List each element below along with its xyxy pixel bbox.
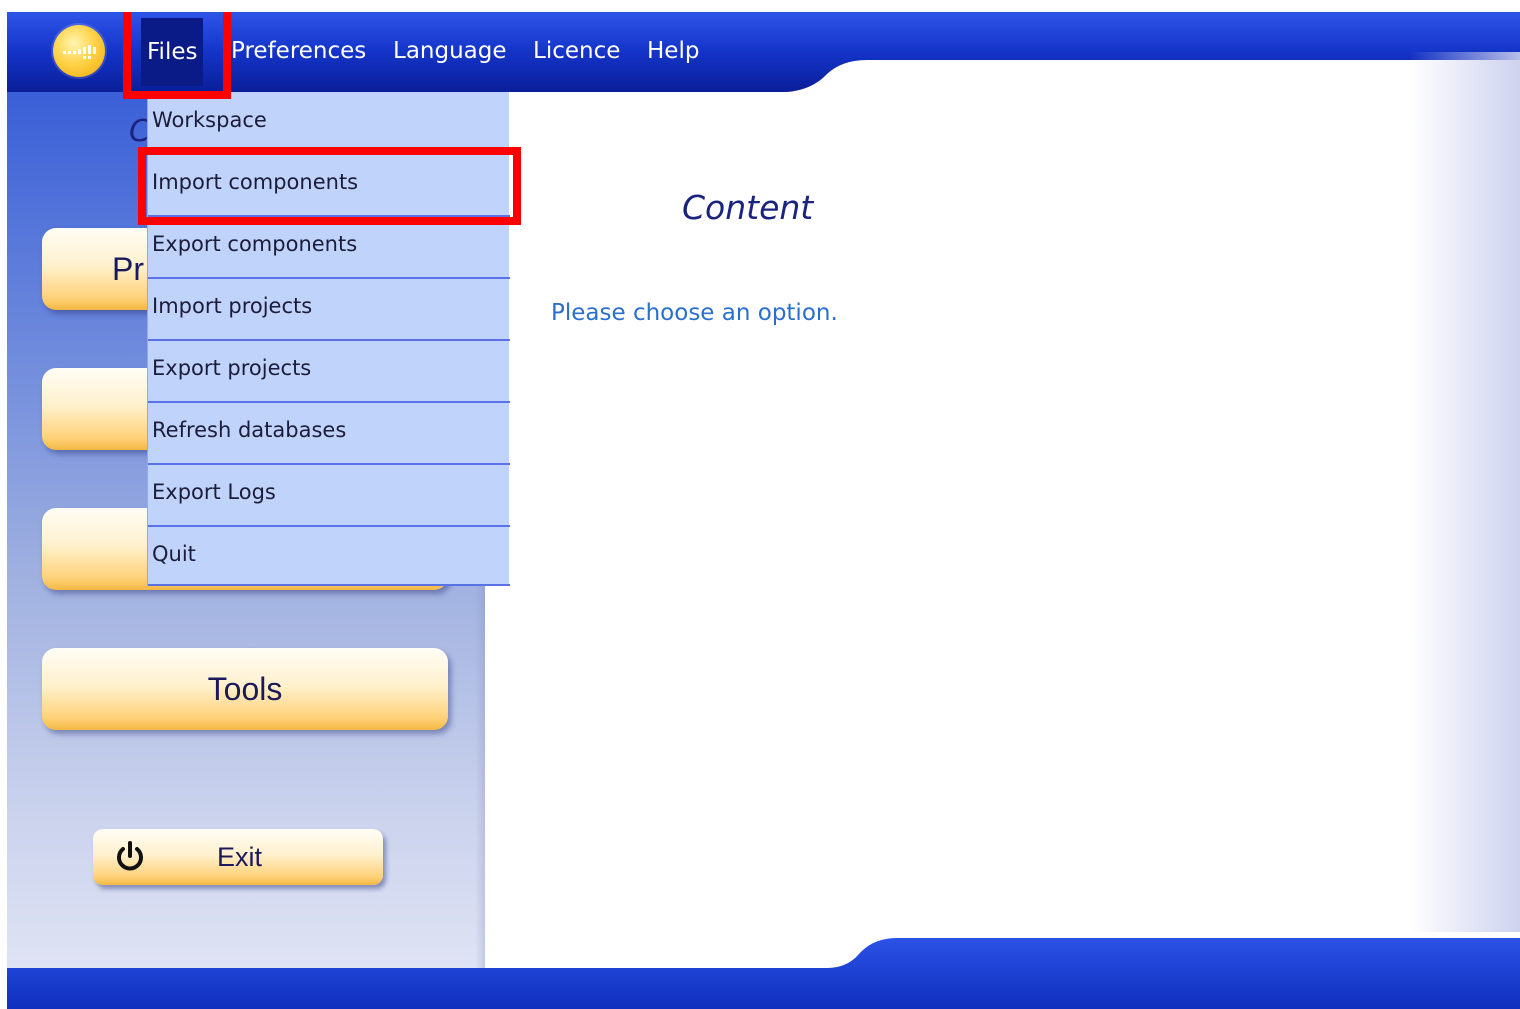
highlight-import-components — [138, 147, 521, 225]
menu-item-label: Export Logs — [152, 480, 276, 504]
menu-separator — [148, 584, 510, 586]
menu-item-export-logs[interactable]: Export Logs — [148, 464, 510, 526]
menu-item-label: Import projects — [152, 294, 313, 318]
exit-button[interactable]: Exit — [93, 829, 383, 885]
power-icon — [117, 841, 143, 871]
menu-item-workspace[interactable]: Workspace — [148, 92, 510, 154]
menu-licence[interactable]: Licence — [533, 34, 620, 68]
bottom-bar-background — [7, 938, 1520, 1009]
highlight-files-menu — [123, 12, 231, 99]
menu-item-label: Workspace — [152, 108, 267, 132]
content-title: Content — [682, 188, 814, 227]
exit-label: Exit — [217, 842, 263, 872]
menu-item-label: Export projects — [152, 356, 312, 380]
tools-button[interactable]: Tools — [42, 648, 448, 730]
menu-item-label: Refresh databases — [152, 418, 347, 442]
menu-item-label: Export components — [152, 232, 358, 256]
bottom-bar — [7, 932, 1520, 1009]
menu-help[interactable]: Help — [647, 34, 699, 68]
menu-item-import-projects[interactable]: Import projects — [148, 278, 510, 340]
app-window: Files Preferences Language Licence Help … — [7, 12, 1520, 1009]
app-logo — [53, 25, 105, 77]
menu-language[interactable]: Language — [393, 34, 507, 68]
menu-item-refresh-databases[interactable]: Refresh databases — [148, 402, 510, 464]
menu-preferences[interactable]: Preferences — [231, 34, 366, 68]
menu-item-export-projects[interactable]: Export projects — [148, 340, 510, 402]
menu-item-quit[interactable]: Quit — [148, 526, 510, 588]
menu-item-label: Quit — [152, 542, 196, 566]
content-message: Please choose an option. — [551, 300, 838, 326]
menu-item-export-components[interactable]: Export components — [148, 216, 510, 278]
right-shade — [1410, 52, 1520, 932]
